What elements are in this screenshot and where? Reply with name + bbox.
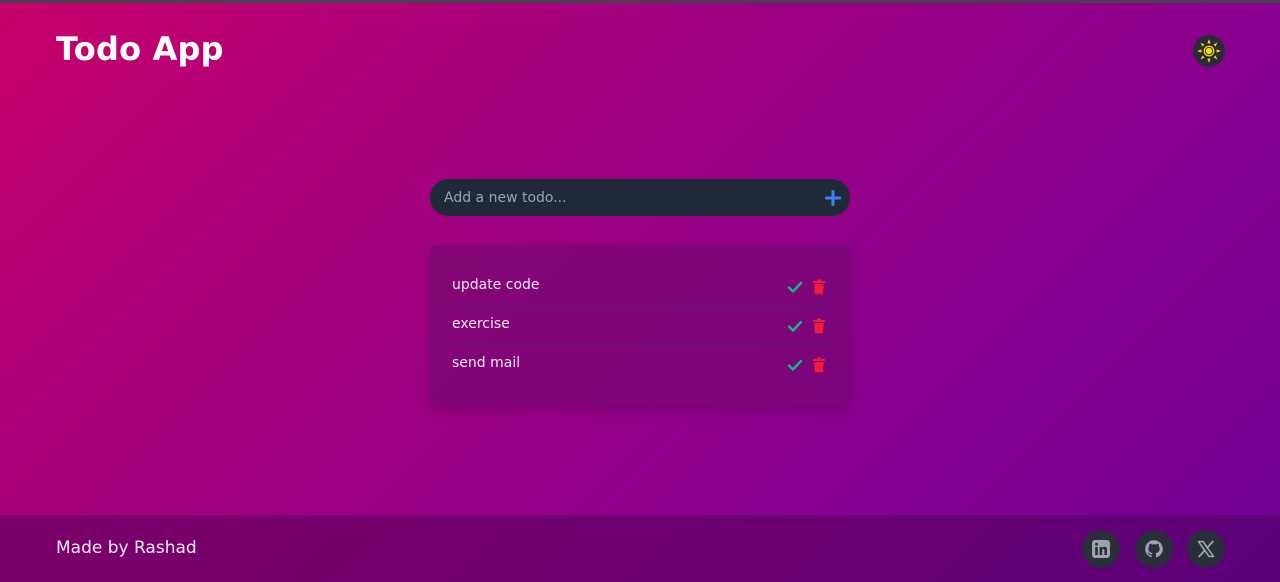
- check-icon: [787, 320, 803, 332]
- plus-icon: [825, 190, 841, 206]
- complete-todo-button[interactable]: [786, 356, 804, 374]
- linkedin-link[interactable]: [1082, 530, 1120, 568]
- x-link[interactable]: [1187, 530, 1225, 568]
- todo-actions: [786, 317, 828, 335]
- add-todo-button[interactable]: [822, 187, 844, 209]
- complete-todo-button[interactable]: [786, 317, 804, 335]
- theme-toggle-button[interactable]: [1193, 35, 1225, 67]
- todo-item: exercise: [452, 307, 828, 346]
- todo-actions: [786, 356, 828, 374]
- todo-text: update code: [452, 277, 540, 293]
- todo-item: update code: [452, 268, 828, 307]
- todo-actions: [786, 278, 828, 296]
- app-footer: Made by Rashad: [0, 515, 1280, 582]
- github-icon: [1145, 540, 1163, 558]
- github-link[interactable]: [1135, 530, 1173, 568]
- todo-list-card: update code exercise send mail: [430, 245, 850, 405]
- app-title: Todo App: [56, 30, 224, 68]
- trash-icon: [813, 318, 825, 334]
- new-todo-input[interactable]: [444, 179, 814, 216]
- todo-text: send mail: [452, 355, 521, 371]
- trash-icon: [813, 279, 825, 295]
- trash-icon: [813, 357, 825, 373]
- delete-todo-button[interactable]: [810, 278, 828, 296]
- check-icon: [787, 281, 803, 293]
- app-header: Todo App: [0, 0, 1280, 100]
- x-icon: [1197, 540, 1215, 558]
- complete-todo-button[interactable]: [786, 278, 804, 296]
- footer-credit: Made by Rashad: [56, 538, 197, 558]
- delete-todo-button[interactable]: [810, 317, 828, 335]
- todo-text: exercise: [452, 316, 510, 332]
- todo-item: send mail: [452, 346, 828, 385]
- check-icon: [787, 359, 803, 371]
- add-todo-bar: [430, 179, 850, 216]
- sun-icon: [1197, 39, 1221, 63]
- delete-todo-button[interactable]: [810, 356, 828, 374]
- linkedin-icon: [1092, 540, 1110, 558]
- todo-list: update code exercise send mail: [452, 268, 828, 385]
